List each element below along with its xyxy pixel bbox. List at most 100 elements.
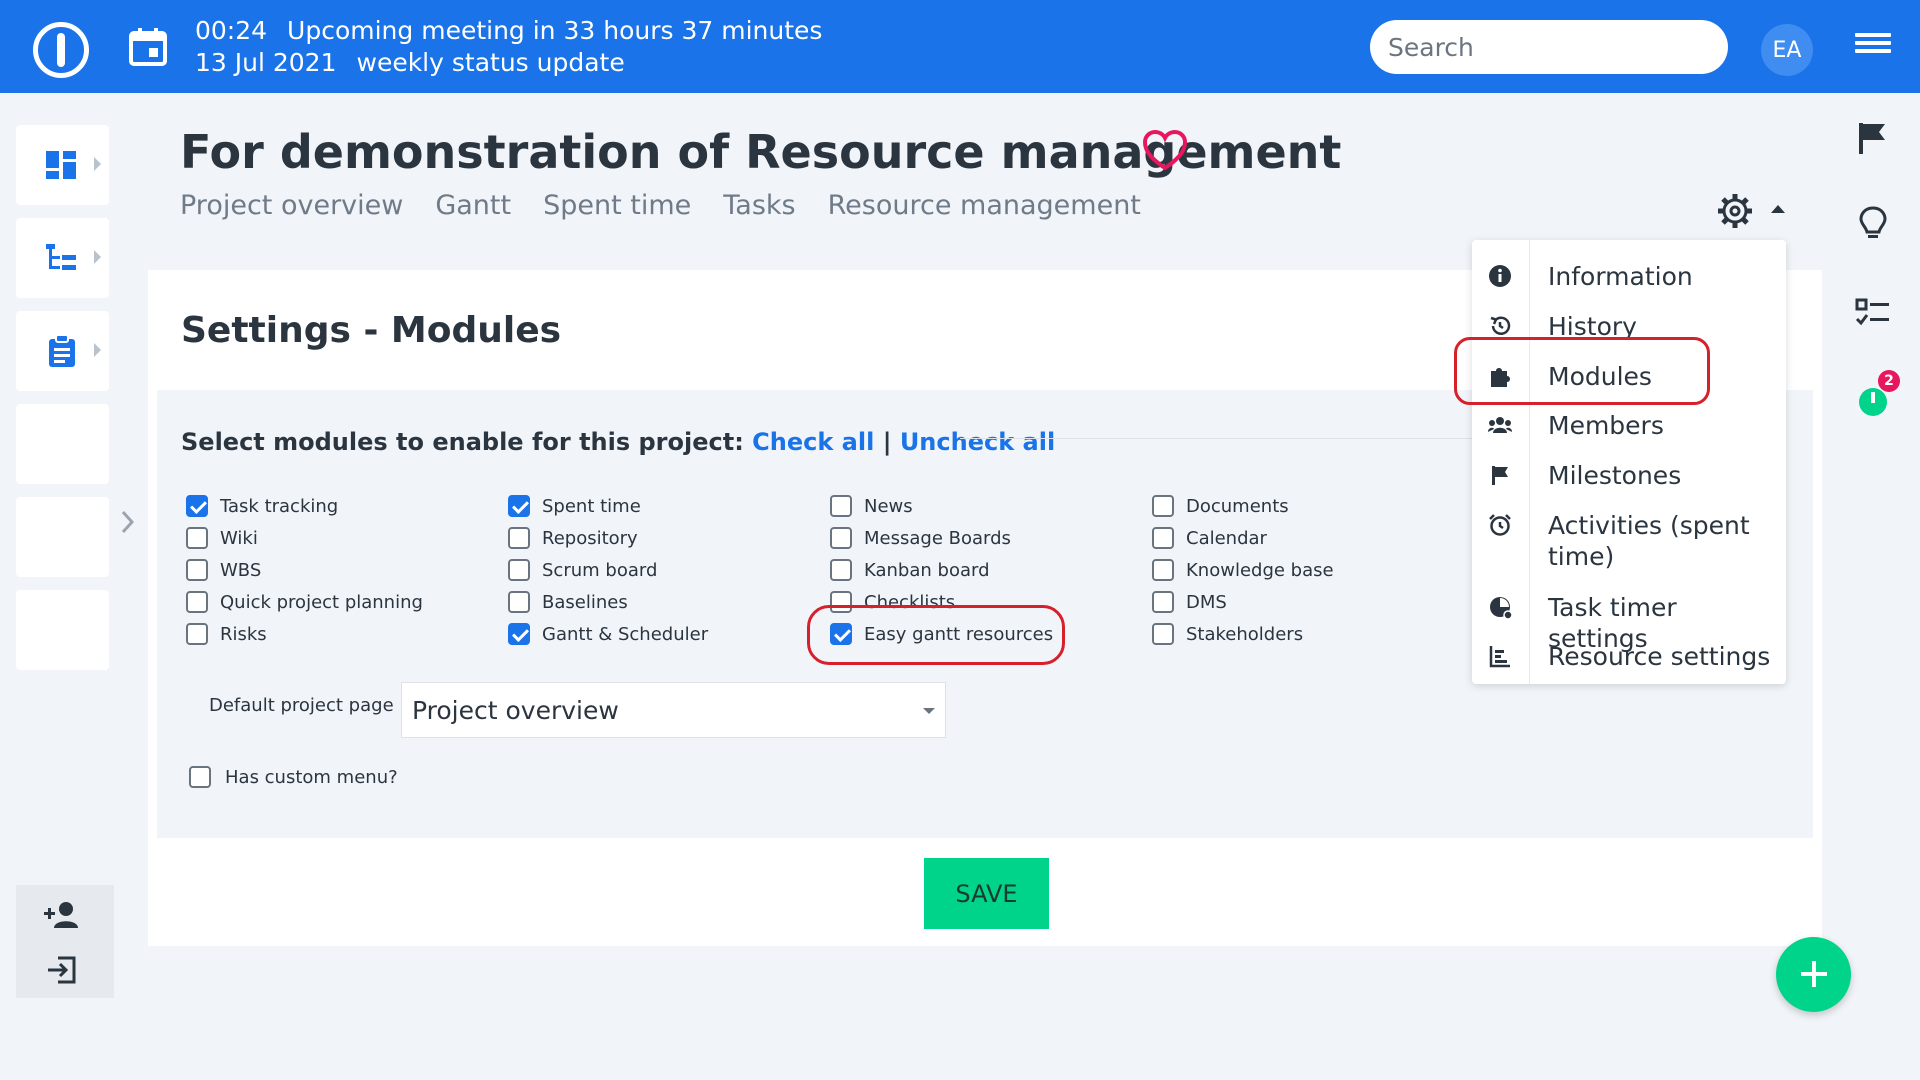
settings-title: Settings - Modules: [181, 310, 562, 351]
tab-project-overview[interactable]: Project overview: [180, 190, 403, 221]
sidebar-item-empty[interactable]: [16, 404, 109, 484]
checkbox[interactable]: [186, 591, 208, 613]
module-stakeholders[interactable]: Stakeholders: [1152, 620, 1303, 648]
module-baselines[interactable]: Baselines: [508, 588, 628, 616]
flag-icon[interactable]: [1855, 120, 1891, 156]
checkbox[interactable]: [186, 559, 208, 581]
default-project-page-select[interactable]: Project overview: [401, 682, 946, 738]
hamburger-menu-icon[interactable]: [1855, 33, 1891, 61]
expand-sidebar-chevron-icon[interactable]: [118, 507, 138, 537]
meeting-text: Upcoming meeting in 33 hours 37 minutes: [287, 16, 823, 45]
checkbox[interactable]: [1152, 591, 1174, 613]
default-project-page-label: Default project page: [209, 695, 394, 716]
module-label: DMS: [1186, 591, 1227, 613]
meeting-info-line1[interactable]: 00:24 Upcoming meeting in 33 hours 37 min…: [195, 16, 822, 45]
tree-structure-icon: [46, 244, 76, 270]
module-dms[interactable]: DMS: [1152, 588, 1227, 616]
module-risks[interactable]: Risks: [186, 620, 267, 648]
sidebar-item-empty[interactable]: [16, 497, 109, 577]
meeting-info-line2[interactable]: 13 Jul 2021 weekly status update: [195, 48, 625, 77]
checkbox[interactable]: [186, 623, 208, 645]
add-user-icon[interactable]: [44, 900, 80, 930]
info-icon: [1489, 265, 1511, 287]
module-calendar[interactable]: Calendar: [1152, 524, 1267, 552]
menu-item-information[interactable]: Information: [1472, 253, 1786, 299]
menu-item-label: Milestones: [1548, 461, 1682, 490]
module-label: Risks: [220, 623, 267, 645]
module-label: Quick project planning: [220, 591, 423, 613]
avatar[interactable]: EA: [1761, 24, 1813, 76]
module-news[interactable]: News: [830, 492, 913, 520]
checkbox[interactable]: [508, 495, 530, 517]
menu-item-label: Information: [1548, 262, 1693, 291]
has-custom-menu-option[interactable]: Has custom menu?: [189, 766, 398, 788]
sidebar-item-empty[interactable]: [16, 590, 109, 670]
checkbox[interactable]: [1152, 559, 1174, 581]
checkbox[interactable]: [1152, 527, 1174, 549]
module-repository[interactable]: Repository: [508, 524, 638, 552]
module-gantt-scheduler[interactable]: Gantt & Scheduler: [508, 620, 708, 648]
timer-icon: [1490, 597, 1512, 619]
module-label: Calendar: [1186, 527, 1267, 549]
add-fab-button[interactable]: [1776, 937, 1851, 1012]
checkbox[interactable]: [830, 527, 852, 549]
search-input[interactable]: [1370, 20, 1728, 74]
module-label: Knowledge base: [1186, 559, 1334, 581]
check-all-link[interactable]: Check all: [752, 428, 874, 456]
meeting-time: 00:24: [195, 16, 268, 45]
checkbox[interactable]: [186, 527, 208, 549]
module-label: Scrum board: [542, 559, 658, 581]
module-task-tracking[interactable]: Task tracking: [186, 492, 338, 520]
module-documents[interactable]: Documents: [1152, 492, 1289, 520]
divider: [960, 438, 1520, 439]
lightbulb-icon[interactable]: [1855, 205, 1891, 241]
chevron-right-icon: [94, 343, 101, 357]
module-scrum-board[interactable]: Scrum board: [508, 556, 657, 584]
custom-menu-label: Has custom menu?: [225, 766, 398, 788]
module-quick-project-planning[interactable]: Quick project planning: [186, 588, 423, 616]
checkbox[interactable]: [508, 527, 530, 549]
tab-spent-time[interactable]: Spent time: [543, 190, 691, 221]
checkbox[interactable]: [508, 559, 530, 581]
tab-resource-management[interactable]: Resource management: [828, 190, 1141, 221]
chevron-right-icon: [94, 157, 101, 171]
checkbox[interactable]: [189, 766, 211, 788]
uncheck-all-link[interactable]: Uncheck all: [900, 428, 1055, 456]
module-knowledge-base[interactable]: Knowledge base: [1152, 556, 1334, 584]
sidebar-item-dashboard[interactable]: [16, 125, 109, 205]
caret-up-icon[interactable]: [1771, 205, 1785, 213]
dropdown-arrow-icon: [923, 708, 935, 714]
gear-icon[interactable]: [1716, 192, 1754, 230]
checkbox[interactable]: [508, 623, 530, 645]
flag-icon: [1492, 466, 1508, 485]
menu-item-resource-settings[interactable]: Resource settings: [1472, 633, 1786, 679]
sidebar-item-structure[interactable]: [16, 218, 109, 298]
checklist-icon[interactable]: [1855, 295, 1891, 331]
menu-item-activities[interactable]: Activities (spent time): [1472, 502, 1786, 572]
module-wiki[interactable]: Wiki: [186, 524, 258, 552]
checkbox[interactable]: [1152, 495, 1174, 517]
logout-icon[interactable]: [44, 955, 80, 985]
tab-gantt[interactable]: Gantt: [435, 190, 511, 221]
module-spent-time[interactable]: Spent time: [508, 492, 641, 520]
menu-item-label: Members: [1548, 411, 1664, 440]
save-button[interactable]: SAVE: [924, 858, 1049, 929]
menu-item-label: Resource settings: [1548, 642, 1771, 671]
tab-tasks[interactable]: Tasks: [723, 190, 795, 221]
app-logo-icon[interactable]: [33, 22, 89, 78]
module-wbs[interactable]: WBS: [186, 556, 261, 584]
module-message-boards[interactable]: Message Boards: [830, 524, 1011, 552]
menu-item-task-timer-settings[interactable]: Task timer settings: [1472, 584, 1786, 653]
checkbox[interactable]: [508, 591, 530, 613]
menu-item-milestones[interactable]: Milestones: [1472, 452, 1786, 498]
module-label: Message Boards: [864, 527, 1011, 549]
module-kanban-board[interactable]: Kanban board: [830, 556, 990, 584]
menu-item-members[interactable]: Members: [1472, 402, 1786, 448]
calendar-icon[interactable]: [128, 26, 168, 66]
checkbox[interactable]: [186, 495, 208, 517]
heart-favorite-icon[interactable]: [1143, 130, 1187, 172]
sidebar-item-tasks[interactable]: [16, 311, 109, 391]
checkbox[interactable]: [830, 495, 852, 517]
checkbox[interactable]: [830, 559, 852, 581]
checkbox[interactable]: [1152, 623, 1174, 645]
